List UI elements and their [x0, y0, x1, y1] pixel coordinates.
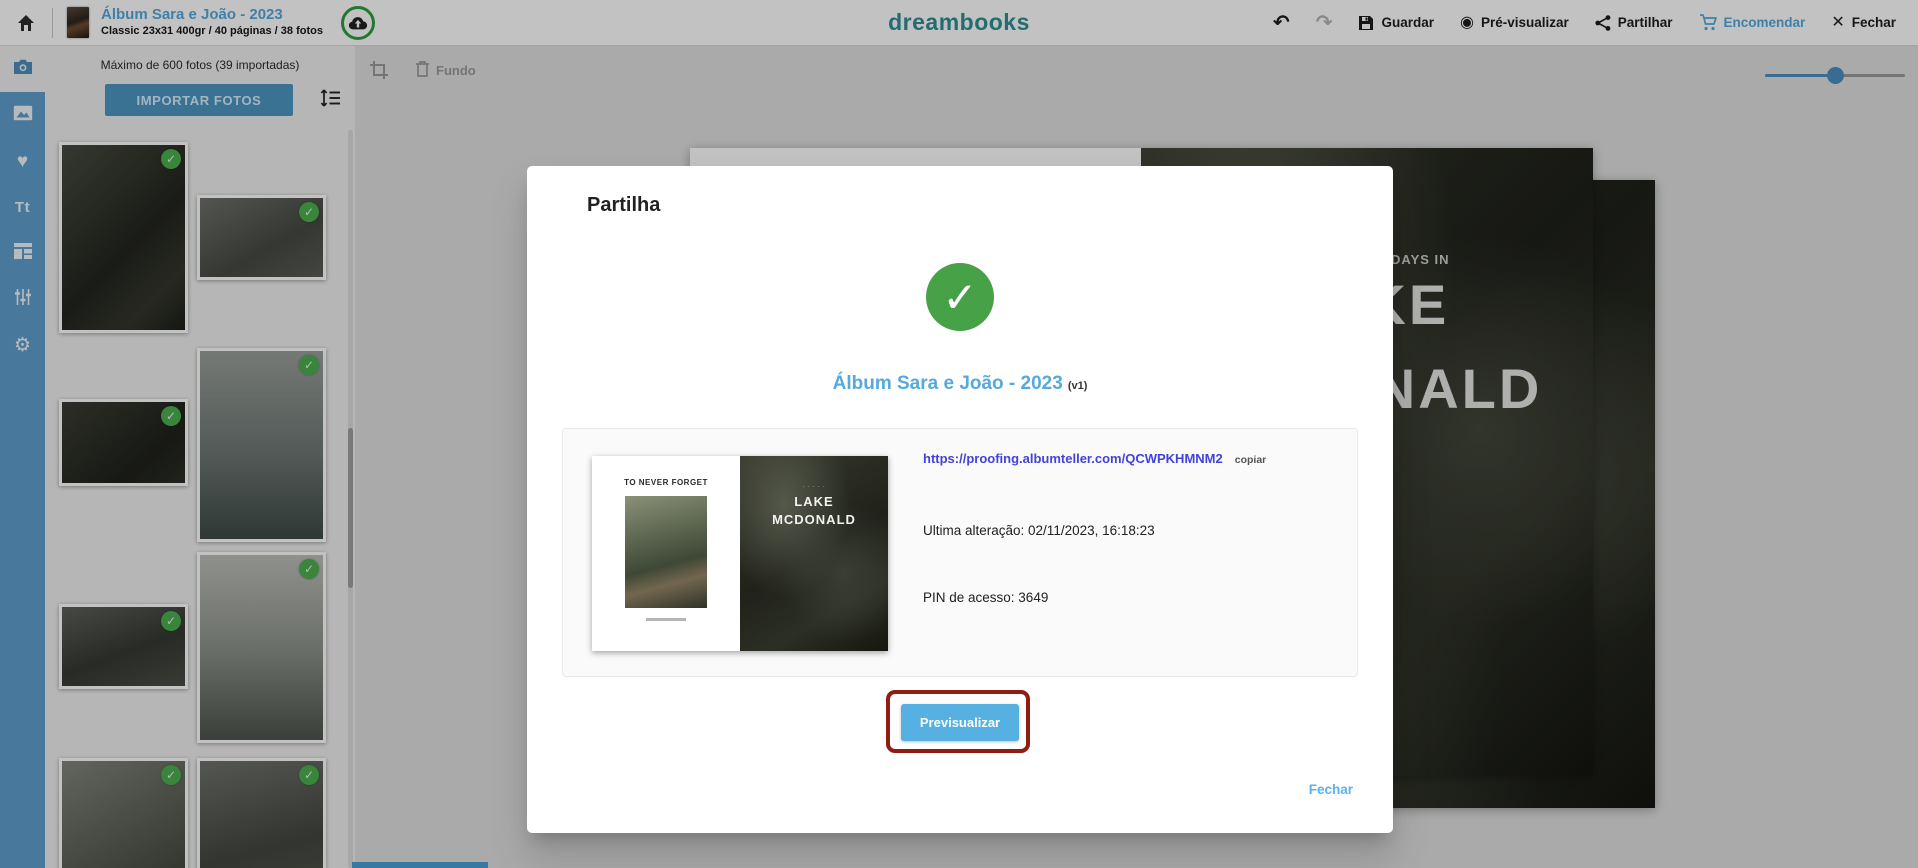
share-link[interactable]: https://proofing.albumteller.com/QCWPKHM… [923, 451, 1223, 466]
app-window: Álbum Sara e João - 2023 Classic 23x31 4… [0, 0, 1918, 868]
back-cover-title: TO NEVER FORGET [592, 478, 740, 487]
album-cover-preview: TO NEVER FORGET · · · · · LAKE MCDONALD [592, 456, 888, 651]
success-check-icon [926, 263, 994, 331]
front-cover-line2: MCDONALD [740, 512, 888, 527]
dialog-album-title: Álbum Sara e João - 2023(v1) [527, 373, 1393, 395]
share-dialog: Partilha Álbum Sara e João - 2023(v1) TO… [527, 166, 1393, 833]
back-cover-photo [625, 496, 707, 608]
last-change-label: Ultima alteração: 02/11/2023, 16:18:23 [923, 523, 1343, 538]
dialog-close-link[interactable]: Fechar [1309, 782, 1353, 797]
dialog-title: Partilha [587, 194, 660, 217]
back-cover-caption [646, 618, 686, 621]
pin-label: PIN de acesso: 3649 [923, 590, 1343, 605]
album-version: (v1) [1068, 380, 1088, 392]
copy-link-button[interactable]: copiar [1235, 454, 1267, 466]
front-cover-line1: LAKE [740, 494, 888, 509]
share-details: https://proofing.albumteller.com/QCWPKHM… [923, 451, 1343, 605]
cover-preview-front-page: · · · · · LAKE MCDONALD [740, 456, 888, 651]
share-info-card: TO NEVER FORGET · · · · · LAKE MCDONALD … [562, 428, 1358, 677]
previsualizar-button[interactable]: Previsualizar [901, 704, 1019, 741]
cover-preview-back-page: TO NEVER FORGET [592, 456, 740, 651]
front-cover-small-text: · · · · · [740, 484, 888, 490]
